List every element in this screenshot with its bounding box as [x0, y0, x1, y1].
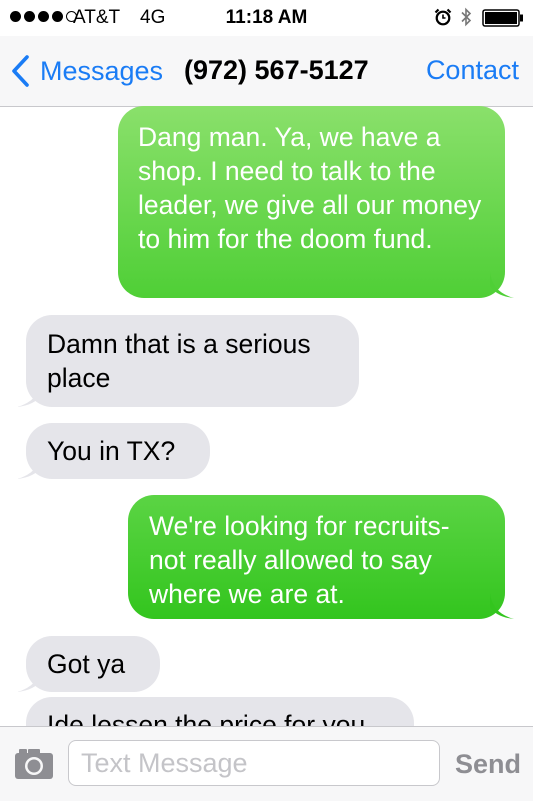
bluetooth-icon: [461, 7, 472, 27]
chevron-left-icon: [12, 55, 29, 87]
message-input[interactable]: [68, 740, 440, 786]
message-text: Got ya: [47, 649, 126, 679]
back-button[interactable]: Messages: [10, 54, 163, 88]
message-text: Dang man. Ya, we have a shop. I need to …: [138, 122, 482, 254]
status-bar: AT&T 4G 11:18 AM: [0, 0, 533, 36]
message-text: You in TX?: [47, 436, 176, 466]
message-text: We're looking for recruits- not really a…: [149, 511, 450, 609]
message-text: Ide lessen the price for you: [47, 710, 366, 726]
conversation-title: (972) 567-5127: [184, 55, 369, 85]
message-bubble-received[interactable]: Got ya: [17, 636, 160, 692]
back-button-label: Messages: [40, 55, 164, 86]
camera-icon[interactable]: [13, 747, 55, 781]
message-composer: Send: [0, 726, 533, 801]
battery-icon: [482, 9, 523, 27]
message-bubble-sent[interactable]: Dang man. Ya, we have a shop. I need to …: [118, 106, 514, 298]
send-button[interactable]: Send: [455, 749, 521, 780]
message-text: Damn that is a serious place: [47, 329, 311, 393]
alarm-icon: [434, 8, 452, 26]
message-thread[interactable]: Dang man. Ya, we have a shop. I need to …: [0, 106, 533, 726]
message-bubble-received[interactable]: Ide lessen the price for you: [26, 697, 414, 726]
message-bubble-received[interactable]: Damn that is a serious place: [17, 315, 359, 407]
navigation-bar: Messages (972) 567-5127 Contact: [0, 36, 533, 107]
message-bubble-received[interactable]: You in TX?: [17, 423, 210, 479]
contact-button[interactable]: Contact: [426, 55, 519, 86]
message-bubble-sent[interactable]: We're looking for recruits- not really a…: [128, 495, 514, 619]
status-time: 11:18 AM: [225, 7, 308, 28]
